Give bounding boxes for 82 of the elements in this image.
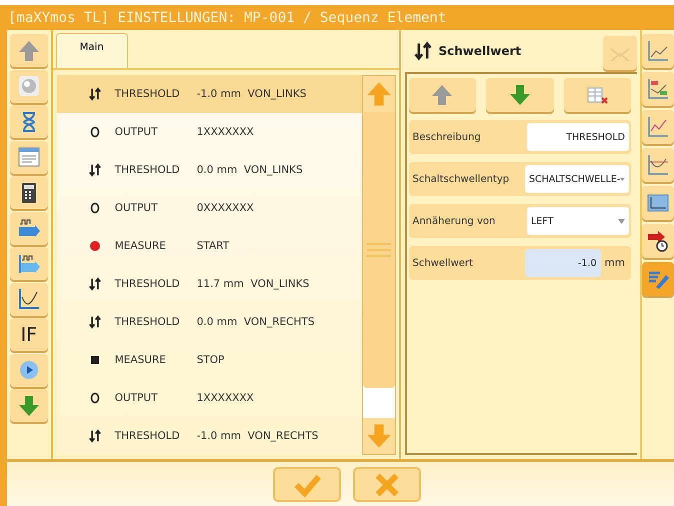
element-value: -1.0 mm VON_LINKS: [196, 88, 306, 100]
sequence-row[interactable]: THRESHOLD 0.0 mm VON_LINKS: [56, 151, 362, 189]
threshold-arrows-icon: [88, 315, 102, 329]
toolbar-button[interactable]: [10, 176, 48, 209]
element-value: 1XXXXXXX: [196, 126, 254, 138]
dropdown-field[interactable]: SCHALTSCHWELLE-: [525, 165, 629, 193]
toolbar-button[interactable]: [642, 186, 674, 220]
move-down-button[interactable]: [486, 78, 554, 112]
sequence-row[interactable]: MEASURE STOP: [56, 341, 362, 379]
chart-icon: [646, 153, 670, 177]
field-label: Schaltschwellentyp: [412, 174, 510, 184]
text-field[interactable]: THRESHOLD: [527, 123, 629, 151]
unit-label: mm: [604, 257, 625, 269]
element-type: THRESHOLD: [114, 278, 181, 290]
record-icon: [90, 241, 100, 251]
chart-icon: [16, 287, 41, 311]
toolbar-button[interactable]: [10, 247, 48, 280]
circle-icon: [90, 126, 100, 138]
element-type: THRESHOLD: [114, 88, 181, 100]
window-title: [maXYmos TL] EINSTELLUNGEN: MP-001 / Sequenz Element: [8, 10, 446, 26]
element-type: THRESHOLD: [114, 316, 181, 328]
up-arrow-icon: [16, 38, 41, 62]
panel-title: Schwellwert: [438, 44, 522, 58]
down-arrow-icon: [364, 422, 392, 450]
element-type: MEASURE: [114, 240, 167, 252]
scroll-thumb[interactable]: [362, 112, 394, 388]
sequence-row[interactable]: OUTPUT 0XXXXXXX: [56, 189, 362, 227]
up-arrow-icon: [430, 83, 454, 107]
toolbar-button[interactable]: [642, 224, 674, 258]
element-value: 11.7 mm VON_LINKS: [196, 278, 310, 290]
element-value: -1.0 mm VON_RECHTS: [196, 430, 318, 442]
sequence-row[interactable]: OUTPUT 1XXXXXXX: [56, 379, 362, 417]
element-type: OUTPUT: [114, 392, 159, 404]
timer-icon: [646, 229, 670, 253]
sequence-row[interactable]: THRESHOLD 0.0 mm VON_RECHTS: [56, 303, 362, 341]
threshold-arrows-icon: [412, 41, 432, 61]
threshold-arrows-icon: [88, 163, 102, 177]
sequence-row[interactable]: OUTPUT 1XXXXXXX: [56, 113, 362, 151]
tab[interactable]: Main: [56, 33, 128, 68]
field-label: Annäherung von: [412, 216, 496, 226]
sequence-row[interactable]: MEASURE START: [56, 227, 362, 265]
confirm-button[interactable]: [272, 467, 340, 502]
element-value: START: [196, 240, 230, 252]
circle-icon: [90, 392, 100, 404]
if-button[interactable]: IF: [10, 318, 48, 351]
cancel-button[interactable]: [352, 467, 420, 502]
down-arrow-icon: [508, 83, 532, 107]
down-arrow-icon: [16, 394, 41, 418]
dropdown-field[interactable]: LEFT: [527, 207, 629, 235]
element-type: OUTPUT: [114, 202, 159, 214]
element-value: STOP: [196, 354, 224, 366]
threshold-arrows-icon: [88, 87, 102, 101]
circle-icon: [90, 202, 100, 214]
element-value: 0XXXXXXX: [196, 202, 254, 214]
caret-icon: [620, 176, 625, 182]
element-type: OUTPUT: [114, 126, 159, 138]
delete-button[interactable]: [564, 78, 631, 112]
window-icon: [16, 145, 41, 169]
chart-icon: [646, 77, 670, 101]
sequence-row[interactable]: THRESHOLD 11.7 mm VON_LINKS: [56, 265, 362, 303]
element-value: 1XXXXXXX: [196, 392, 254, 404]
chart-icon: [646, 115, 670, 139]
sequence-row[interactable]: THRESHOLD -1.0 mm VON_RECHTS: [56, 417, 362, 455]
number-field[interactable]: -1.0: [524, 249, 601, 277]
element-type: THRESHOLD: [114, 164, 181, 176]
element-type: THRESHOLD: [114, 430, 181, 442]
caret-icon: [618, 218, 625, 224]
element-value: 0.0 mm VON_RECHTS: [196, 316, 314, 328]
field-label: Schwellwert: [412, 258, 474, 268]
close-icon: [372, 470, 400, 498]
element-value: 0.0 mm VON_LINKS: [196, 164, 303, 176]
grip-icon: [366, 243, 390, 257]
up-arrow-icon: [364, 80, 392, 108]
threshold-arrows-icon: [88, 429, 102, 443]
toolbar-button[interactable]: [10, 212, 48, 244]
element-type: MEASURE: [114, 354, 167, 366]
field-label: Beschreibung: [412, 132, 482, 142]
stop-icon: [90, 356, 99, 364]
threshold-arrows-icon: [88, 277, 102, 291]
chart-icon: [646, 39, 670, 63]
move-up-button[interactable]: [408, 78, 476, 112]
sequence-row[interactable]: THRESHOLD -1.0 mm VON_LINKS: [56, 75, 362, 113]
